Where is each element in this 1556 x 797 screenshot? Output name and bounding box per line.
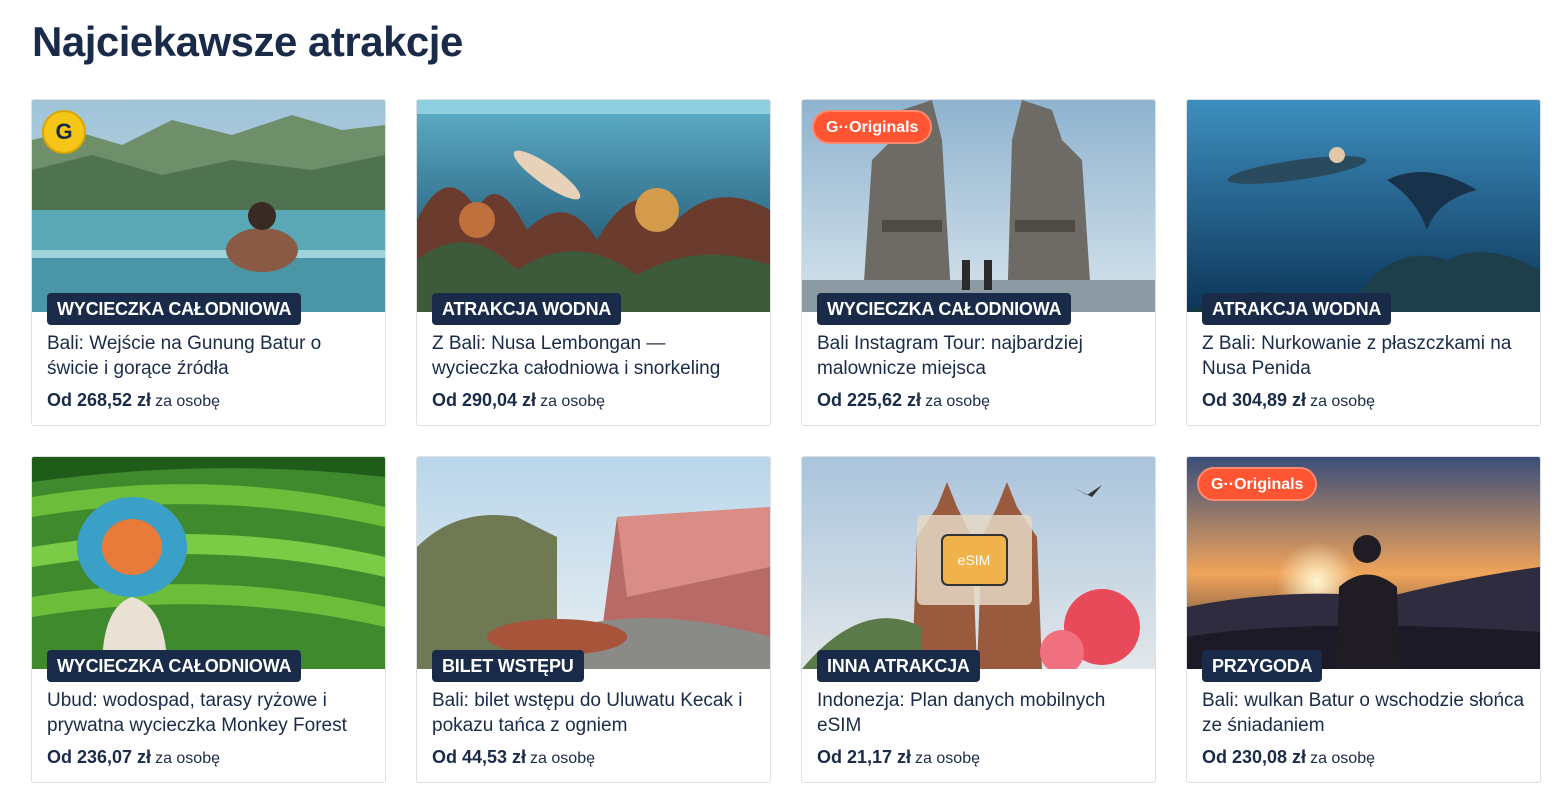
- price-row: Od 268,52 zł za osobę: [47, 390, 220, 411]
- category-badge: WYCIECZKA CAŁODNIOWA: [817, 293, 1072, 325]
- category-badge: BILET WSTĘPU: [432, 650, 584, 682]
- card-title[interactable]: Bali: bilet wstępu do Uluwatu Kecak i po…: [432, 688, 757, 738]
- category-badge: WYCIECZKA CAŁODNIOWA: [47, 650, 302, 682]
- category-badge: PRZYGODA: [1202, 650, 1323, 682]
- price: Od 290,04 zł: [432, 390, 537, 410]
- card-title[interactable]: Bali Instagram Tour: najbardziej malowni…: [817, 331, 1142, 381]
- price-suffix: za osobę: [530, 750, 595, 767]
- price-suffix: za osobę: [1310, 750, 1375, 767]
- card-title[interactable]: Z Bali: Nusa Lembongan — wycieczka całod…: [432, 331, 757, 381]
- card-image-esim-temple[interactable]: eSIM: [802, 457, 1155, 669]
- category-badge: WYCIECZKA CAŁODNIOWA: [47, 293, 302, 325]
- attraction-card[interactable]: BILET WSTĘPU Bali: bilet wstępu do Uluwa…: [416, 456, 771, 783]
- price: Od 225,62 zł: [817, 390, 922, 410]
- card-title[interactable]: Bali: Wejście na Gunung Batur o świcie i…: [47, 331, 372, 381]
- category-badge: INNA ATRAKCJA: [817, 650, 980, 682]
- price-row: Od 225,62 zł za osobę: [817, 390, 990, 411]
- price-suffix: za osobę: [155, 750, 220, 767]
- card-title[interactable]: Ubud: wodospad, tarasy ryżowe i prywatna…: [47, 688, 372, 738]
- price: Od 236,07 zł: [47, 747, 152, 767]
- card-title[interactable]: Bali: wulkan Batur o wschodzie słońca ze…: [1202, 688, 1527, 738]
- attraction-card[interactable]: ATRAKCJA WODNA Z Bali: Nurkowanie z płas…: [1186, 99, 1541, 426]
- price: Od 304,89 zł: [1202, 390, 1307, 410]
- page-title: Najciekawsze atrakcje: [32, 18, 463, 65]
- attraction-card[interactable]: WYCIECZKA CAŁODNIOWA Ubud: wodospad, tar…: [31, 456, 386, 783]
- card-image-rice-terraces[interactable]: [32, 457, 385, 669]
- price-suffix: za osobę: [540, 393, 605, 410]
- price-row: Od 230,08 zł za osobę: [1202, 747, 1375, 768]
- attractions-grid: G WYCIECZKA CAŁODNIOWA Bali: Wejście na …: [31, 99, 1541, 783]
- gyg-coin-badge: G: [42, 110, 86, 154]
- price-row: Od 21,17 zł za osobę: [817, 747, 980, 768]
- price-row: Od 236,07 zł za osobę: [47, 747, 220, 768]
- attraction-card[interactable]: ATRAKCJA WODNA Z Bali: Nusa Lembongan — …: [416, 99, 771, 426]
- originals-badge: G··Originals: [812, 110, 933, 144]
- card-image-snorkel-reef[interactable]: [417, 100, 770, 312]
- price-suffix: za osobę: [155, 393, 220, 410]
- price-suffix: za osobę: [1310, 393, 1375, 410]
- attraction-card[interactable]: G WYCIECZKA CAŁODNIOWA Bali: Wejście na …: [31, 99, 386, 426]
- price: Od 21,17 zł: [817, 747, 912, 767]
- gyg-coin-letter: G: [55, 119, 73, 144]
- price: Od 44,53 zł: [432, 747, 527, 767]
- card-title[interactable]: Indonezja: Plan danych mobilnych eSIM: [817, 688, 1142, 738]
- price: Od 268,52 zł: [47, 390, 152, 410]
- category-badge: ATRAKCJA WODNA: [432, 293, 622, 325]
- esim-chip-label: eSIM: [958, 552, 991, 568]
- category-badge: ATRAKCJA WODNA: [1202, 293, 1392, 325]
- price-suffix: za osobę: [925, 393, 990, 410]
- price-row: Od 44,53 zł za osobę: [432, 747, 595, 768]
- price-suffix: za osobę: [915, 750, 980, 767]
- attraction-card[interactable]: G··Originals PRZYGODA Bali: wulkan Batur…: [1186, 456, 1541, 783]
- attraction-card[interactable]: eSIM INNA ATRAKCJA Indonezja: Plan danyc…: [801, 456, 1156, 783]
- card-image-kecak-amphitheatre[interactable]: [417, 457, 770, 669]
- attraction-card[interactable]: G··Originals WYCIECZKA CAŁODNIOWA Bali I…: [801, 99, 1156, 426]
- price-row: Od 290,04 zł za osobę: [432, 390, 605, 411]
- originals-badge: G··Originals: [1197, 467, 1318, 501]
- card-image-manta-dive[interactable]: [1187, 100, 1540, 312]
- price-row: Od 304,89 zł za osobę: [1202, 390, 1375, 411]
- price: Od 230,08 zł: [1202, 747, 1307, 767]
- card-title[interactable]: Z Bali: Nurkowanie z płaszczkami na Nusa…: [1202, 331, 1527, 381]
